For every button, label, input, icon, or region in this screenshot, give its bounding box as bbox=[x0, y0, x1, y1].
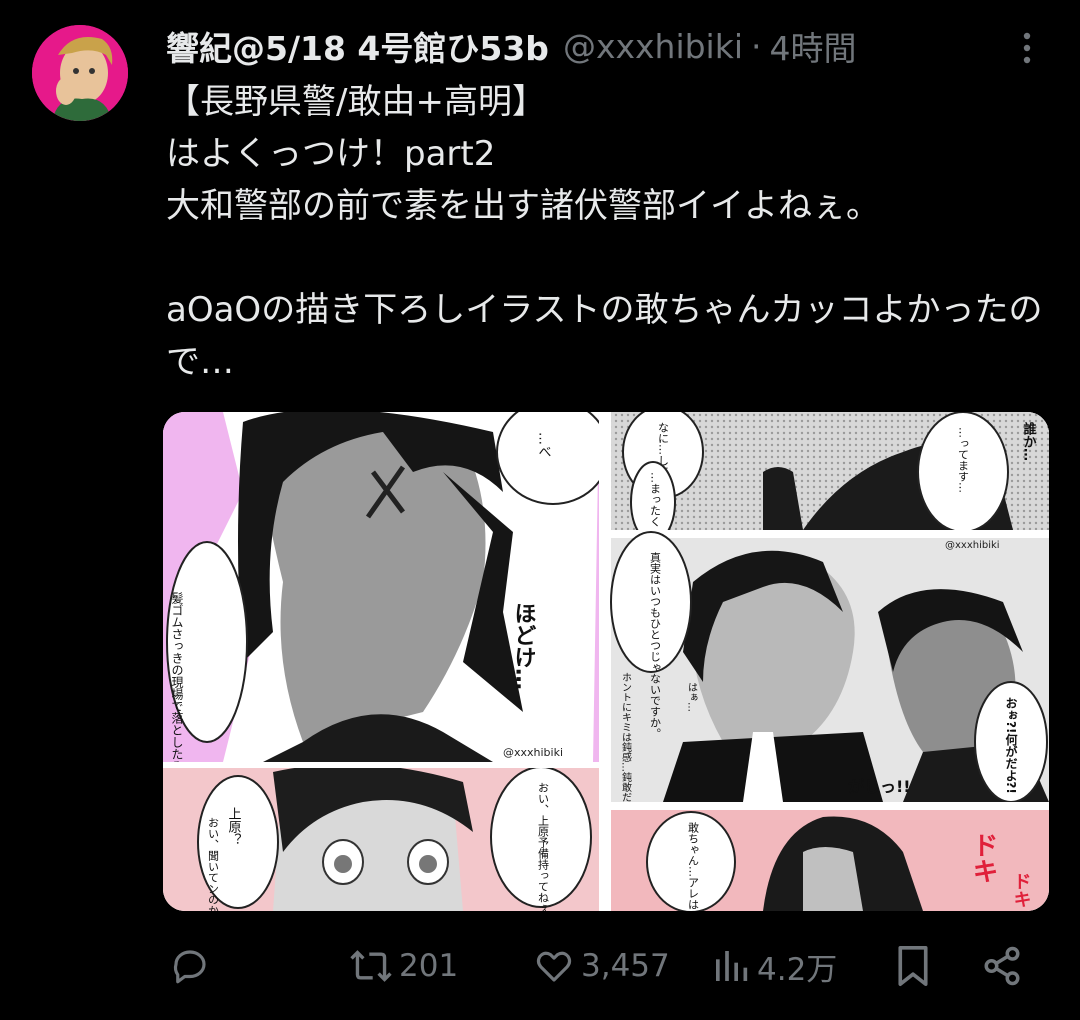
share-button[interactable] bbox=[981, 938, 1023, 994]
share-icon bbox=[984, 946, 1020, 986]
separator-dot: · bbox=[751, 26, 762, 66]
retweet-button[interactable]: 201 bbox=[349, 938, 458, 994]
reply-icon bbox=[173, 950, 206, 984]
author-name[interactable]: 響紀@5/18 4号館ひ53b bbox=[166, 22, 549, 70]
bookmark-button[interactable] bbox=[893, 938, 933, 994]
retweet-count: 201 bbox=[399, 948, 459, 984]
manga-line-dareka: 誰か… bbox=[1021, 421, 1037, 461]
avatar-image bbox=[32, 25, 128, 121]
manga-watermark-1: @xxxhibiki bbox=[503, 746, 563, 759]
manga-sfx-doki-2: ドキ bbox=[1011, 872, 1032, 908]
bookmark-icon bbox=[898, 945, 928, 986]
manga-line-yobi: おい、上原予備持ってねぇか？ bbox=[537, 782, 550, 911]
retweet-icon bbox=[350, 950, 392, 982]
views-icon bbox=[716, 951, 748, 981]
like-button[interactable]: 3,457 bbox=[533, 938, 670, 994]
manga-line-tte: …ってます… bbox=[957, 427, 970, 493]
manga-line-haa: はぁ… bbox=[686, 682, 697, 712]
views-button[interactable]: 4.2万 bbox=[711, 938, 837, 994]
view-count: 4.2万 bbox=[757, 951, 838, 988]
manga-line-kanchan: 敢ちゃん…アレは目の毒だわ… bbox=[687, 821, 700, 911]
manga-bubble-1: …べ bbox=[536, 432, 552, 458]
like-icon bbox=[536, 951, 572, 982]
manga-line-oi: おい、聞いてンのか？ bbox=[207, 817, 220, 911]
manga-line-mattaku: …まったく bbox=[649, 472, 662, 527]
reply-button[interactable] bbox=[169, 938, 217, 994]
manga-sfx-gashi: がしっ!! bbox=[848, 777, 911, 796]
manga-line-ueharа: 上原？ bbox=[226, 807, 242, 846]
more-icon[interactable] bbox=[1012, 28, 1042, 68]
tweet-text: 【長野県警/敢由+高明】 はよくっつけ！part2 大和警部の前で素を出す諸伏警… bbox=[166, 82, 1043, 382]
manga-sfx-doki-1: ドキ bbox=[968, 832, 998, 884]
manga-line-nanigadayo: おぉ?!何がだよ?! bbox=[1004, 697, 1018, 794]
like-count: 3,457 bbox=[581, 948, 670, 984]
manga-line-shinjitsu: 真実はいつもひとつじゃないですか。 bbox=[649, 551, 662, 739]
tweet-actions: 201 3,457 4.2万 bbox=[163, 938, 1043, 994]
avatar[interactable] bbox=[32, 25, 128, 121]
manga-watermark-2: @xxxhibiki bbox=[945, 540, 1000, 551]
manga-line-donkan: ホントにキミは鈍感…鈍敢だ。 bbox=[620, 672, 632, 812]
tweet-header: 響紀@5/18 4号館ひ53b @xxxhibiki · 4時間 bbox=[166, 22, 1016, 70]
manga-sfx-1: ほどけ… bbox=[511, 602, 536, 690]
tweet-media[interactable]: 髪ゴムさっきの現場で落としたみてぇだ… …べ ほどけ… @xxxhibiki 上… bbox=[163, 412, 1049, 911]
author-handle[interactable]: @xxxhibiki bbox=[563, 27, 743, 66]
manga-image: 髪ゴムさっきの現場で落としたみてぇだ… …べ ほどけ… @xxxhibiki 上… bbox=[163, 412, 1049, 911]
tweet-time[interactable]: 4時間 bbox=[770, 22, 857, 70]
